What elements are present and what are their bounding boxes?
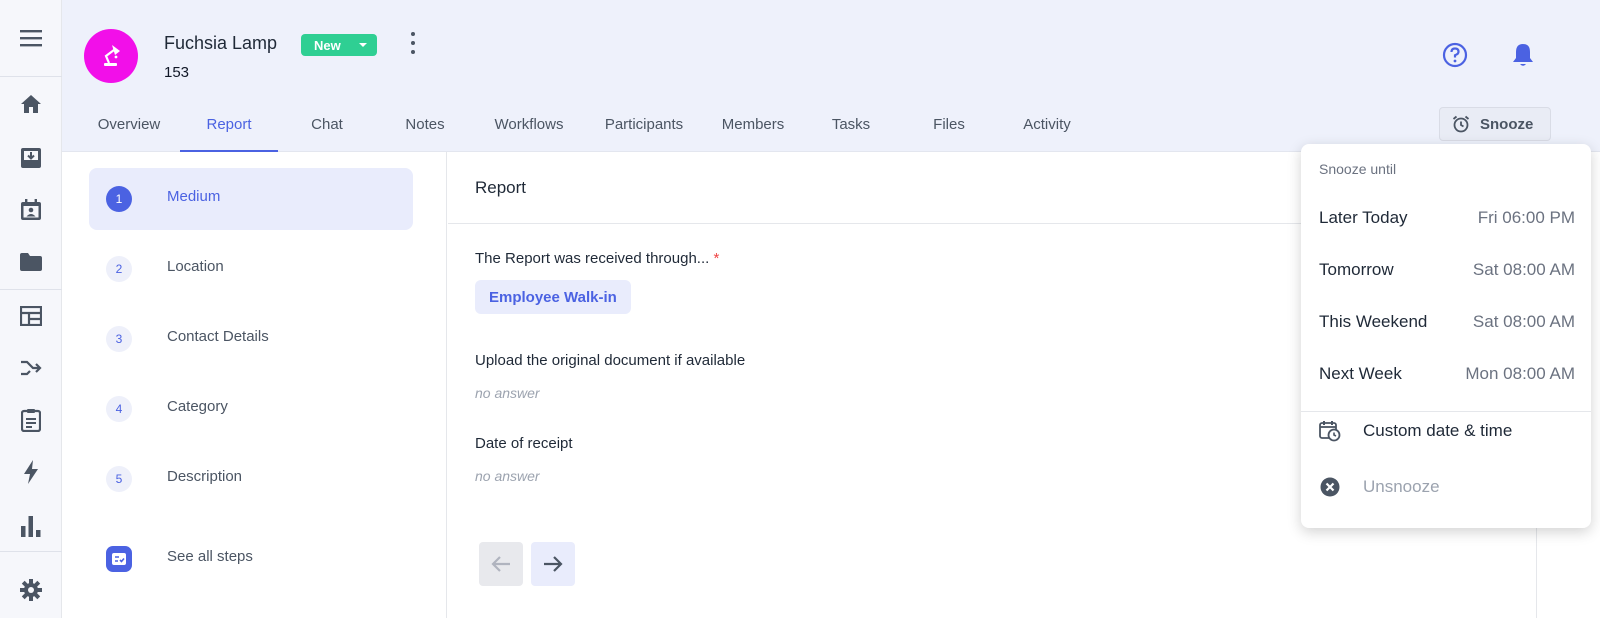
gear-icon[interactable] [0,570,62,610]
alarm-clock-icon [1452,115,1470,133]
tab-report[interactable]: Report [180,108,278,152]
step-number: 2 [106,256,132,282]
bar-chart-icon[interactable] [0,506,62,546]
left-rail [0,0,62,618]
bolt-icon[interactable] [0,452,62,492]
custom-date-time-option[interactable]: Custom date & time [1301,406,1591,458]
step-item[interactable]: 2 Location [89,238,413,300]
step-item[interactable]: 4 Category [89,378,413,440]
notification-bell-icon[interactable] [1511,42,1535,73]
snooze-option-label: This Weekend [1319,312,1428,331]
see-all-steps-label: See all steps [167,548,253,565]
snooze-option[interactable]: Later Today Fri 06:00 PM [1301,194,1591,244]
clipboard-icon[interactable] [0,400,62,440]
help-icon[interactable] [1442,42,1468,73]
snooze-label: Snooze [1480,115,1534,133]
unsnooze-option[interactable]: Unsnooze [1301,462,1591,514]
close-circle-icon [1319,476,1341,503]
snooze-option-time: Sat 08:00 AM [1472,312,1575,331]
step-item[interactable]: 1 Medium [89,168,413,230]
avatar [84,29,138,83]
step-number: 1 [106,186,132,212]
question-label: The Report was received through... [475,250,710,267]
record-title: Fuchsia Lamp [164,33,278,53]
step-label: Medium [167,188,221,205]
record-id: 153 [164,64,190,81]
status-label: New [314,37,341,53]
snooze-option[interactable]: Tomorrow Sat 08:00 AM [1301,246,1591,296]
question-received-through: The Report was received through... * [475,250,719,267]
snooze-menu-header: Snooze until [1319,161,1397,177]
step-item[interactable]: 5 Description [89,448,413,510]
step-item[interactable]: 3 Contact Details [89,308,413,370]
snooze-menu: Snooze until Custom date & time Unsnooze… [1301,144,1591,528]
step-number: 3 [106,326,132,352]
snooze-option-label: Tomorrow [1319,260,1394,279]
snooze-option[interactable]: This Weekend Sat 08:00 AM [1301,298,1591,348]
snooze-option-label: Next Week [1319,364,1402,383]
status-badge[interactable]: New [301,34,377,56]
tab-activity[interactable]: Activity [998,108,1096,152]
tab-members[interactable]: Members [708,108,798,152]
snooze-option-time: Mon 08:00 AM [1465,364,1575,383]
snooze-option-time: Sat 08:00 AM [1472,260,1575,279]
menu-icon[interactable] [0,18,62,58]
custom-date-time-label: Custom date & time [1363,421,1513,440]
arrow-left-icon [491,556,510,572]
lamp-icon [104,45,120,66]
more-options-icon[interactable] [406,30,420,56]
step-number: 4 [106,396,132,422]
dashboard-icon[interactable] [0,296,62,336]
calendar-clock-icon [1319,420,1341,447]
tab-tasks[interactable]: Tasks [802,108,900,152]
tab-chat[interactable]: Chat [278,108,376,152]
tab-notes[interactable]: Notes [376,108,474,152]
step-label: Category [167,398,228,415]
step-number: 5 [106,466,132,492]
required-mark: * [713,250,720,267]
steps-sidebar: 5 Description 4 Category 3 Contact Details 2 Lo… [62,152,447,618]
tab-overview[interactable]: Overview [84,108,174,152]
tab-participants[interactable]: Participants [594,108,694,152]
step-label: Location [167,258,224,275]
inbox-icon[interactable] [0,138,62,178]
no-answer-text: no answer [475,385,540,401]
snooze-option[interactable]: Next Week Mon 08:00 AM [1301,350,1591,400]
arrow-right-icon [544,556,563,572]
snooze-button[interactable]: Snooze [1439,107,1551,141]
chevron-down-icon [359,43,367,47]
next-step-button[interactable] [531,542,575,586]
steps-list-icon [106,546,132,572]
previous-step-button[interactable] [479,542,523,586]
answer-chip[interactable]: Employee Walk-in [475,280,631,314]
merge-icon[interactable] [0,348,62,388]
question-date-of-receipt: Date of receipt [475,435,573,452]
see-all-steps-link[interactable]: See all steps [89,528,413,590]
step-label: Contact Details [167,328,269,345]
no-answer-text: no answer [475,468,540,484]
calendar-contact-icon[interactable] [0,190,62,230]
record-header: Fuchsia Lamp 153 New Overview Report Chat N… [62,0,1600,152]
tab-workflows[interactable]: Workflows [474,108,584,152]
panel-title: Report [475,178,527,197]
question-upload-document: Upload the original document if availabl… [475,352,746,369]
unsnooze-label: Unsnooze [1363,477,1440,496]
step-label: Description [167,468,243,485]
tab-bar: Overview Report Chat Notes Workflows Particip… [62,108,1262,152]
snooze-option-label: Later Today [1319,208,1408,227]
snooze-option-time: Fri 06:00 PM [1477,208,1575,227]
home-icon[interactable] [0,84,62,124]
folder-icon[interactable] [0,242,62,282]
tab-files[interactable]: Files [900,108,998,152]
